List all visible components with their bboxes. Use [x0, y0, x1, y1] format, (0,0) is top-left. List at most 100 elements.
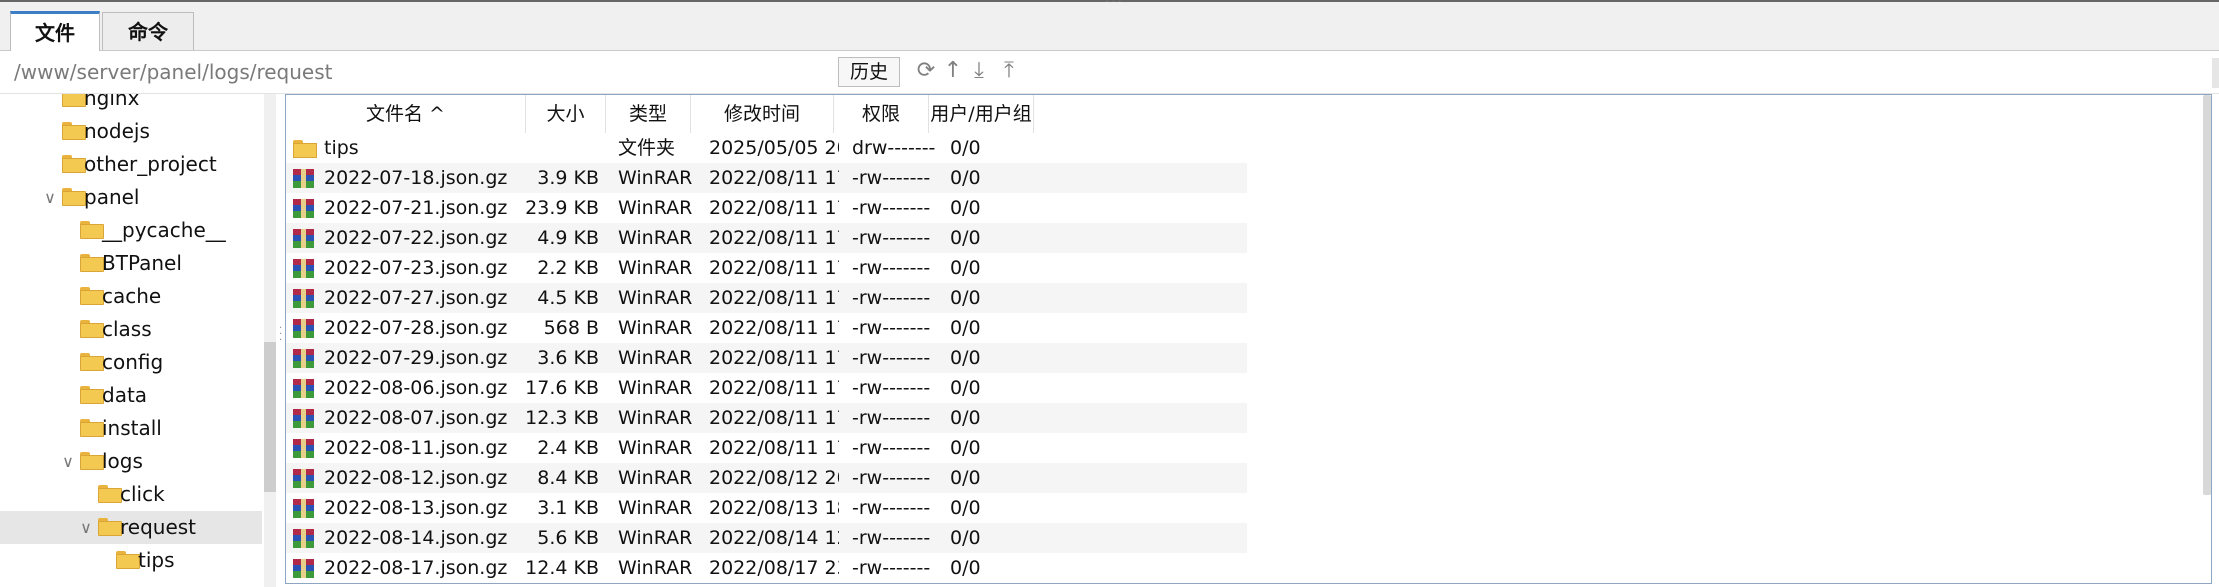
tree-item[interactable]: ∨ panel: [0, 181, 262, 214]
file-perm: -rw-------: [852, 497, 931, 519]
tree-item[interactable]: class: [0, 313, 262, 346]
file-row[interactable]: 2022-07-18.json.gz3.9 KBWinRAR ...2022/0…: [286, 163, 1247, 193]
file-row[interactable]: 2022-07-21.json.gz23.9 KBWinRAR ...2022/…: [286, 193, 1246, 223]
tree-item-label: click: [120, 482, 165, 506]
tree-item-label: __pycache__: [102, 218, 226, 242]
archive-file-icon: [293, 409, 314, 428]
tree-item-label: BTPanel: [102, 251, 182, 275]
tree-item[interactable]: BTPanel: [0, 247, 262, 280]
tab-files[interactable]: 文件: [10, 11, 100, 51]
archive-file-icon: [293, 229, 314, 248]
file-modified: 2022/08/11 17:03: [709, 347, 839, 369]
folder-icon: [98, 485, 122, 503]
folder-icon: [80, 353, 104, 371]
file-owner: 0/0: [950, 167, 981, 189]
tree-item[interactable]: nginx: [0, 94, 262, 115]
column-header[interactable]: 大小: [526, 95, 606, 133]
file-owner: 0/0: [950, 287, 981, 309]
column-header[interactable]: 类型: [606, 95, 691, 133]
file-row[interactable]: 2022-08-17.json.gz12.4 KBWinRAR ...2022/…: [286, 553, 1246, 583]
archive-file-icon: [293, 559, 314, 578]
tree-scrollbar-thumb[interactable]: [264, 342, 276, 492]
folder-icon: [80, 452, 104, 470]
tree-item[interactable]: nodejs: [0, 115, 262, 148]
upload-icon[interactable]: ⤒: [997, 59, 1021, 83]
file-row[interactable]: 2022-08-13.json.gz3.1 KBWinRAR ...2022/0…: [286, 493, 1246, 523]
file-row[interactable]: 2022-07-23.json.gz2.2 KBWinRAR ...2022/0…: [286, 253, 1246, 283]
tree-item-label: install: [102, 416, 162, 440]
column-header[interactable]: 权限: [834, 95, 929, 133]
up-arrow-icon[interactable]: ↑: [941, 59, 965, 83]
file-type: WinRAR ...: [618, 257, 698, 279]
tree-item[interactable]: tips: [0, 544, 262, 577]
file-size: 2.4 KB: [537, 437, 599, 459]
file-row[interactable]: 2022-08-14.json.gz5.6 KBWinRAR ...2022/0…: [286, 523, 1247, 553]
file-row[interactable]: 2022-07-27.json.gz4.5 KBWinRAR ...2022/0…: [286, 283, 1247, 313]
tree-item[interactable]: data: [0, 379, 262, 412]
file-row[interactable]: 2022-08-11.json.gz2.4 KBWinRAR ...2022/0…: [286, 433, 1246, 463]
folder-icon: [80, 386, 104, 404]
folder-icon: [62, 94, 86, 107]
tab-commands[interactable]: 命令: [102, 12, 194, 50]
file-modified: 2022/08/11 17:03: [709, 317, 839, 339]
tree-item-label: request: [120, 515, 197, 539]
refresh-icon[interactable]: ⟳: [914, 59, 938, 83]
splitter-handle[interactable]: · · ·: [279, 324, 283, 346]
column-header[interactable]: 用户/用户组: [929, 95, 1034, 133]
tree-scrollbar[interactable]: [264, 94, 276, 587]
tree-item[interactable]: install: [0, 412, 262, 445]
file-modified: 2022/08/11 17:03: [709, 377, 839, 399]
tree-item-label: cache: [102, 284, 162, 308]
path-input[interactable]: /www/server/panel/logs/request: [14, 60, 333, 84]
file-owner: 0/0: [950, 407, 981, 429]
file-row[interactable]: tips文件夹2025/05/05 20:28drw-------0/0: [286, 133, 1246, 163]
file-size: 4.9 KB: [537, 227, 599, 249]
tree-item[interactable]: cache: [0, 280, 262, 313]
file-modified: 2022/08/11 17:03: [709, 197, 839, 219]
file-size: 3.6 KB: [537, 347, 599, 369]
tree-item[interactable]: click: [0, 478, 262, 511]
file-modified: 2022/08/13 18:49: [709, 497, 839, 519]
file-list-scrollbar[interactable]: [2203, 95, 2211, 495]
file-row[interactable]: 2022-07-28.json.gz568 BWinRAR ...2022/08…: [286, 313, 1246, 343]
file-size: 23.9 KB: [525, 197, 599, 219]
expand-chevron-icon[interactable]: ∨: [60, 445, 76, 478]
file-type: WinRAR ...: [618, 407, 698, 429]
file-row[interactable]: 2022-08-12.json.gz8.4 KBWinRAR ...2022/0…: [286, 463, 1247, 493]
tree-item[interactable]: config: [0, 346, 262, 379]
file-type: WinRAR ...: [618, 437, 698, 459]
tree-item[interactable]: ∨ request: [0, 511, 262, 544]
tree-item[interactable]: __pycache__: [0, 214, 262, 247]
file-type: WinRAR ...: [618, 167, 698, 189]
expand-chevron-icon[interactable]: ∨: [42, 181, 58, 214]
file-perm: -rw-------: [852, 527, 931, 549]
history-button[interactable]: 历史: [838, 57, 900, 87]
column-header[interactable]: 修改时间: [691, 95, 834, 133]
tree-item[interactable]: ∨ logs: [0, 445, 262, 478]
file-perm: -rw-------: [852, 227, 931, 249]
file-row[interactable]: 2022-07-22.json.gz4.9 KBWinRAR ...2022/0…: [286, 223, 1247, 253]
file-size: 17.6 KB: [525, 377, 599, 399]
expand-chevron-icon[interactable]: ∨: [78, 511, 94, 544]
file-row[interactable]: 2022-07-29.json.gz3.6 KBWinRAR ...2022/0…: [286, 343, 1247, 373]
file-perm: -rw-------: [852, 407, 931, 429]
file-modified: 2022/08/11 17:03: [709, 407, 839, 429]
file-perm: -rw-------: [852, 287, 931, 309]
tab-bar: 文件 命令: [0, 2, 2219, 51]
file-row[interactable]: 2022-08-07.json.gz12.3 KBWinRAR ...2022/…: [286, 403, 1247, 433]
file-row[interactable]: 2022-08-06.json.gz17.6 KBWinRAR ...2022/…: [286, 373, 1246, 403]
file-size: 4.5 KB: [537, 287, 599, 309]
tree-item-label: nodejs: [84, 119, 150, 143]
file-modified: 2022/08/11 17:03: [709, 257, 839, 279]
file-owner: 0/0: [950, 197, 981, 219]
file-perm: -rw-------: [852, 467, 931, 489]
file-type: WinRAR ...: [618, 467, 698, 489]
download-icon[interactable]: ⤓: [967, 59, 991, 83]
folder-icon: [98, 518, 122, 536]
tree-item-label: config: [102, 350, 164, 374]
folder-icon: [116, 551, 140, 569]
archive-file-icon: [293, 349, 314, 368]
tree-item[interactable]: other_project: [0, 148, 262, 181]
file-type: WinRAR ...: [618, 377, 698, 399]
column-header[interactable]: 文件名 ^: [286, 95, 526, 133]
